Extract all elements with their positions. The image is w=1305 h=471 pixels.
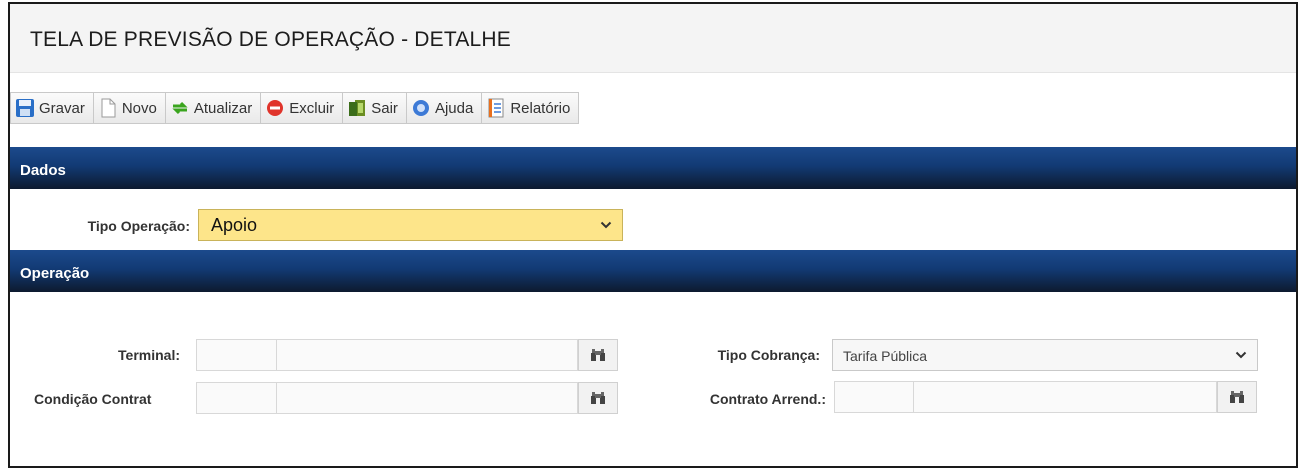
contrato-arrend-label: Contrato Arrend.:: [709, 391, 826, 407]
condicao-contrato-label: Condição Contrat: [34, 391, 152, 407]
new-document-icon: [101, 98, 116, 118]
tipo-cobranca-label: Tipo Cobrança:: [717, 347, 820, 363]
exit-button[interactable]: Sair: [342, 92, 407, 124]
tipo-cobranca-value: Tarifa Pública: [843, 348, 928, 364]
exit-door-icon: [349, 100, 366, 116]
help-button[interactable]: Ajuda: [405, 92, 483, 124]
delete-button-label: Excluir: [289, 99, 335, 117]
save-icon: [16, 99, 34, 117]
refresh-icon: [172, 101, 188, 115]
help-button-label: Ajuda: [434, 99, 474, 117]
binoculars-icon: [591, 349, 605, 361]
terminal-lookup-button[interactable]: [578, 339, 618, 371]
page-title: TELA DE PREVISÃO DE OPERAÇÃO - DETALHE: [30, 28, 512, 51]
terminal-code-field[interactable]: [196, 339, 277, 371]
section-header-operacao: Operação: [10, 250, 1296, 292]
condicao-contrato-description-field[interactable]: [276, 382, 578, 414]
section-header-dados: Dados: [10, 147, 1296, 189]
tipo-cobranca-select[interactable]: Tarifa Pública: [832, 339, 1258, 371]
binoculars-icon: [591, 392, 605, 404]
exit-button-label: Sair: [371, 99, 398, 117]
chevron-down-icon: [600, 221, 612, 229]
help-icon: [412, 100, 429, 116]
toolbar: Gravar Novo Atualizar Excluir Sair Ajuda…: [10, 92, 580, 126]
save-button-label: Gravar: [39, 99, 85, 117]
report-icon: [488, 98, 504, 118]
delete-button[interactable]: Excluir: [260, 92, 344, 124]
condicao-contrato-lookup-button[interactable]: [578, 382, 618, 414]
contrato-arrend-code-field[interactable]: [834, 381, 914, 413]
terminal-description-field[interactable]: [276, 339, 578, 371]
report-button[interactable]: Relatório: [481, 92, 580, 124]
condicao-contrato-code-field[interactable]: [196, 382, 277, 414]
contrato-arrend-description-field[interactable]: [913, 381, 1217, 413]
contrato-arrend-lookup-button[interactable]: [1217, 381, 1257, 413]
new-button[interactable]: Novo: [92, 92, 166, 124]
tipo-operacao-value: Apoio: [211, 215, 258, 235]
save-button[interactable]: Gravar: [10, 92, 94, 124]
main-window: TELA DE PREVISÃO DE OPERAÇÃO - DETALHE G…: [8, 2, 1298, 468]
chevron-down-icon: [1235, 351, 1247, 359]
title-bar: TELA DE PREVISÃO DE OPERAÇÃO - DETALHE: [10, 4, 1296, 73]
refresh-button[interactable]: Atualizar: [164, 92, 262, 124]
tipo-operacao-label: Tipo Operação:: [87, 218, 190, 234]
refresh-button-label: Atualizar: [193, 99, 253, 117]
delete-icon: [267, 100, 284, 116]
terminal-label: Terminal:: [118, 347, 180, 363]
binoculars-icon: [1230, 391, 1244, 403]
new-button-label: Novo: [121, 99, 157, 117]
report-button-label: Relatório: [510, 99, 571, 117]
tipo-operacao-select[interactable]: Apoio: [198, 209, 623, 241]
